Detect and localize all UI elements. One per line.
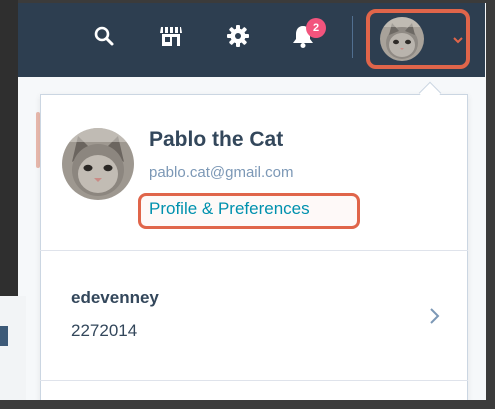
nav-divider [352,16,353,58]
user-display-name: Pablo the Cat [149,128,284,151]
screenshot-border-right [486,0,495,409]
chevron-right-icon[interactable] [428,306,442,331]
settings-gear-icon[interactable] [224,22,252,50]
screenshot-stage: 2 Pablo the Cat pablo.cat@gmail.com Prof… [0,0,495,409]
account-menu-chevron-down-icon[interactable] [452,32,464,50]
marketplace-icon[interactable] [157,22,185,50]
account-name: edevenney [71,288,159,307]
user-email: pablo.cat@gmail.com [149,164,294,181]
profile-preferences-link[interactable]: Profile & Preferences [149,199,310,219]
dropdown-divider-bottom [40,380,468,381]
notification-count-badge: 2 [306,18,326,38]
background-page-marker [0,326,8,346]
screenshot-border-bottom [0,400,495,409]
user-avatar-small[interactable] [380,17,424,61]
account-id: 2272014 [71,321,138,340]
user-avatar-large [62,128,134,200]
background-app-edge [0,0,18,300]
background-page-strip [0,296,26,409]
account-switcher-row[interactable] [41,251,467,379]
search-icon[interactable] [90,22,118,50]
